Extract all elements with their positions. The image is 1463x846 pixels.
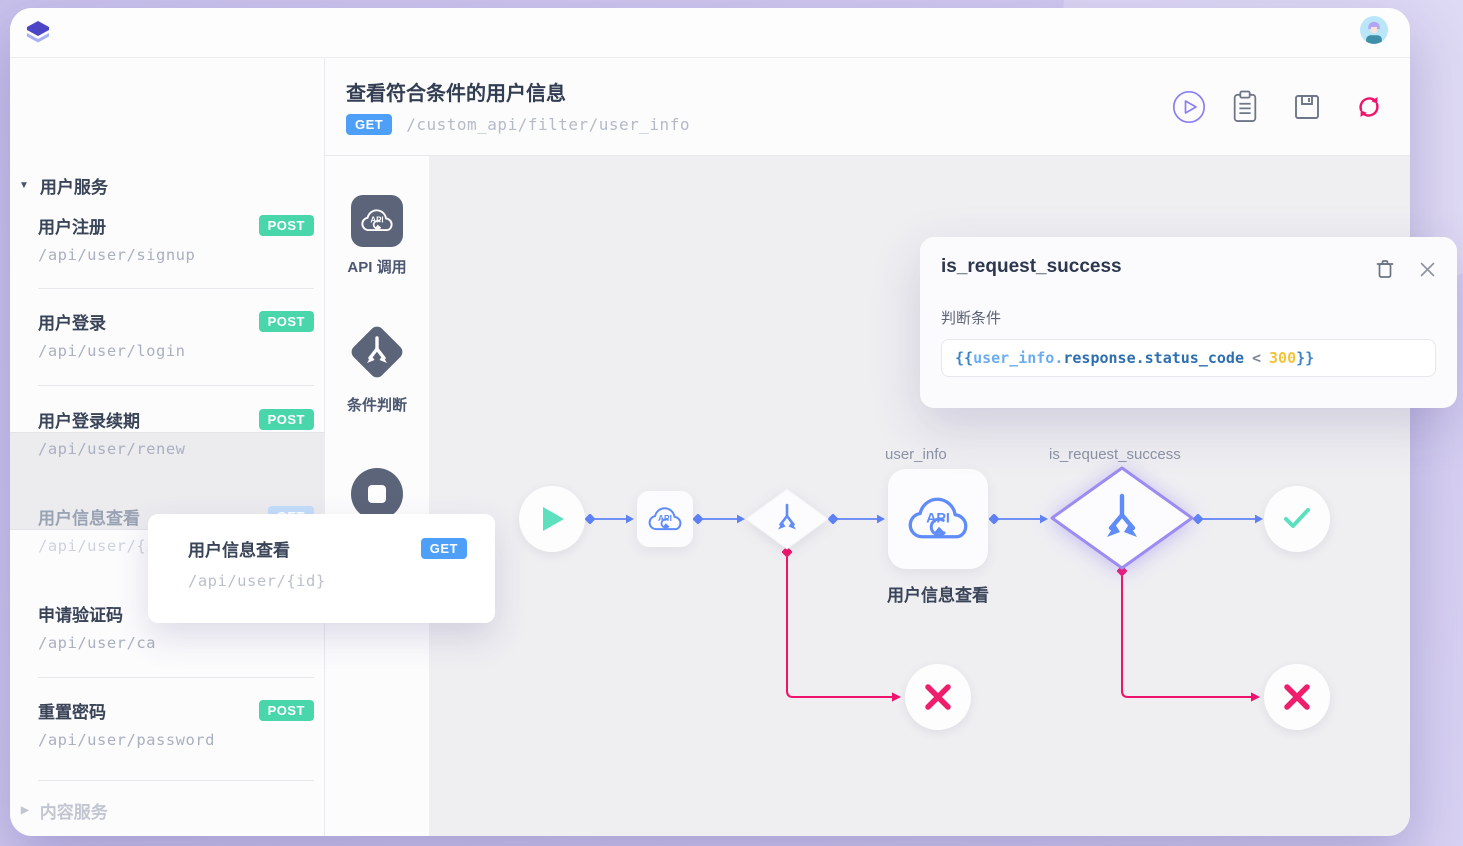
play-icon (537, 505, 567, 533)
success-node[interactable] (1264, 486, 1330, 552)
divider (38, 780, 314, 781)
cloud-api-icon: API (902, 492, 974, 547)
group-label: 内容服务 (40, 798, 108, 823)
chevron-right-icon: ▶ (21, 805, 29, 816)
failure-node[interactable] (1264, 664, 1330, 730)
api-name: 用户登录续期 (38, 407, 140, 432)
group-label: 用户服务 (40, 173, 108, 198)
sidebar-item-login[interactable]: 用户登录 POST /api/user/login (38, 309, 314, 360)
method-badge: POST (259, 215, 314, 236)
sidebar-group-content-services[interactable]: ▶ 内容服务 (21, 798, 108, 823)
palette-condition-node[interactable] (344, 319, 410, 385)
clipboard-icon (1230, 89, 1260, 125)
api-path: /api/user/renew (38, 440, 314, 458)
app-window: ▼ 用户服务 用户注册 POST /api/user/signup 用户登录 P… (10, 8, 1410, 836)
method-badge: POST (259, 409, 314, 430)
expr-open-braces: {{ (955, 349, 973, 367)
logs-button[interactable] (1227, 89, 1263, 125)
ghost-method-badge: GET (421, 538, 467, 559)
sidebar-group-user-services[interactable]: ▼ 用户服务 (19, 173, 108, 198)
node-name-label: 用户信息查看 (838, 581, 1038, 606)
drag-ghost-card[interactable]: 用户信息查看 GET /api/user/{id} (148, 514, 495, 623)
condition-node[interactable] (743, 486, 831, 552)
api-name: 申请验证码 (38, 601, 123, 626)
divider (38, 288, 314, 289)
app-logo-icon[interactable] (24, 18, 52, 46)
workflow-header: 查看符合条件的用户信息 GET /custom_api/filter/user_… (325, 58, 1410, 156)
run-button[interactable] (1171, 89, 1207, 125)
ghost-api-path: /api/user/{id} (188, 572, 326, 590)
play-circle-icon (1172, 90, 1206, 124)
method-badge: GET (346, 114, 392, 135)
delete-node-button[interactable] (1372, 256, 1398, 282)
expr-variable: user_info. (973, 349, 1063, 367)
close-panel-button[interactable] (1414, 256, 1440, 282)
cloud-api-icon: API (645, 504, 685, 535)
sidebar-item-password[interactable]: 重置密码 POST /api/user/password (38, 698, 314, 749)
api-path: /api/user/login (38, 342, 314, 360)
divider (38, 677, 314, 678)
condition-node-is-request-success[interactable] (1047, 463, 1197, 573)
api-path: /api/user/ca (38, 634, 314, 652)
palette-api-node[interactable]: API (351, 195, 403, 247)
api-call-node[interactable]: API (637, 491, 693, 547)
condition-field-label: 判断条件 (941, 307, 1001, 328)
sidebar-item-renew[interactable]: 用户登录续期 POST /api/user/renew (38, 407, 314, 458)
condition-expression-input[interactable]: {{user_info.response.status_code <300}} (941, 339, 1436, 377)
method-badge: POST (259, 700, 314, 721)
start-node[interactable] (519, 486, 585, 552)
api-sidebar: ▼ 用户服务 用户注册 POST /api/user/signup 用户登录 P… (10, 58, 325, 836)
api-call-node-user-info[interactable]: API (888, 469, 988, 569)
api-name: 用户登录 (38, 309, 106, 334)
node-palette: API API 调用 条件判断 (325, 156, 429, 836)
check-icon (1282, 506, 1312, 532)
sidebar-item-signup[interactable]: 用户注册 POST /api/user/signup (38, 213, 314, 264)
palette-api-label: API 调用 (325, 256, 429, 277)
condition-node-label: is_request_success (1049, 446, 1181, 463)
expr-property: response.status_code (1063, 349, 1244, 367)
expr-close-braces: }} (1296, 349, 1314, 367)
api-path: /api/user/password (38, 731, 314, 749)
divider (38, 385, 314, 386)
user-avatar[interactable] (1360, 16, 1388, 44)
top-bar (10, 8, 1410, 58)
condition-panel-title: is_request_success (941, 256, 1122, 278)
workflow-path: /custom_api/filter/user_info (406, 115, 690, 134)
api-name: 用户信息查看 (38, 504, 140, 529)
expr-operator: < (1252, 349, 1261, 367)
chevron-down-icon: ▼ (19, 180, 29, 191)
floppy-save-icon (1291, 91, 1323, 123)
node-variable-label: user_info (885, 446, 947, 463)
stop-icon (368, 485, 386, 503)
cloud-api-icon: API (358, 206, 396, 236)
workflow-title: 查看符合条件的用户信息 (346, 77, 566, 106)
api-path: /api/user/signup (38, 246, 314, 264)
method-badge: POST (259, 311, 314, 332)
api-name: 重置密码 (38, 698, 106, 723)
trash-icon (1375, 258, 1395, 280)
expr-value: 300 (1269, 349, 1296, 367)
palette-condition-label: 条件判断 (325, 394, 429, 415)
api-name: 用户注册 (38, 213, 106, 238)
avatar-image (1360, 16, 1388, 44)
sync-button[interactable] (1351, 89, 1387, 125)
close-icon (1420, 262, 1435, 277)
save-button[interactable] (1289, 89, 1325, 125)
x-icon (925, 684, 951, 710)
condition-panel: is_request_success 判断条件 {{user_info.resp… (920, 237, 1457, 408)
refresh-icon (1353, 91, 1385, 123)
palette-stop-node[interactable] (351, 468, 403, 520)
x-icon (1284, 684, 1310, 710)
failure-node[interactable] (905, 664, 971, 730)
ghost-api-name: 用户信息查看 (188, 536, 290, 561)
